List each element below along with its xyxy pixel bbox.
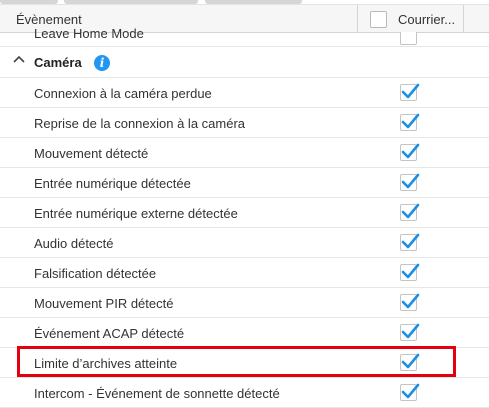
table-row: Connexion à la caméra perdue bbox=[0, 78, 489, 108]
event-label: Falsification détectée bbox=[34, 266, 157, 281]
info-icon[interactable]: i bbox=[94, 55, 110, 71]
checkmark-icon bbox=[401, 323, 420, 339]
table-row: Entrée numérique détectée bbox=[0, 168, 489, 198]
table-row: Mouvement PIR détecté bbox=[0, 288, 489, 318]
group-label: Caméra bbox=[34, 55, 82, 70]
event-label: Intercom - Événement de sonnette détecté bbox=[34, 386, 280, 401]
mail-checkbox[interactable] bbox=[400, 383, 420, 401]
mail-checkbox[interactable] bbox=[400, 32, 417, 45]
checkmark-icon bbox=[401, 293, 420, 309]
mail-checkbox[interactable] bbox=[400, 293, 420, 311]
event-label: Entrée numérique détectée bbox=[34, 176, 191, 191]
mail-checkbox[interactable] bbox=[400, 173, 420, 191]
table-row: Événement ACAP détecté bbox=[0, 318, 489, 348]
checkmark-icon bbox=[401, 233, 420, 249]
table-row: Mouvement détecté bbox=[0, 138, 489, 168]
event-label: Leave Home Mode bbox=[34, 26, 144, 41]
event-label: Connexion à la caméra perdue bbox=[34, 86, 212, 101]
mail-checkbox[interactable] bbox=[400, 83, 420, 101]
chevron-up-icon[interactable] bbox=[13, 55, 25, 65]
mail-checkbox[interactable] bbox=[400, 203, 420, 221]
event-label: Reprise de la connexion à la caméra bbox=[34, 116, 246, 131]
table-row: Entrée numérique externe détectée bbox=[0, 198, 489, 228]
mail-checkbox[interactable] bbox=[400, 233, 420, 251]
mail-column-header[interactable]: Courrier... bbox=[398, 12, 455, 27]
mail-checkbox[interactable] bbox=[400, 143, 420, 161]
table-row: Reprise de la connexion à la caméra bbox=[0, 108, 489, 138]
checkmark-icon bbox=[401, 203, 420, 219]
checkmark-icon bbox=[401, 263, 420, 279]
group-row-camera[interactable]: Caméra i bbox=[0, 47, 489, 78]
checkmark-icon bbox=[401, 113, 420, 129]
mail-checkbox[interactable] bbox=[400, 113, 420, 131]
column-divider bbox=[357, 5, 358, 33]
highlight-box bbox=[17, 346, 456, 377]
select-all-checkbox[interactable] bbox=[370, 11, 387, 28]
event-label: Audio détecté bbox=[34, 236, 114, 251]
table-row: Falsification détectée bbox=[0, 258, 489, 288]
checkmark-icon bbox=[401, 173, 420, 189]
event-label: Événement ACAP détecté bbox=[34, 326, 185, 341]
checkmark-icon bbox=[401, 83, 420, 99]
table-row: Audio détecté bbox=[0, 228, 489, 258]
table-row: Intercom - Événement de sonnette détecté bbox=[0, 378, 489, 408]
table-row: Leave Home Mode bbox=[0, 26, 489, 47]
checkmark-icon bbox=[401, 143, 420, 159]
mail-checkbox[interactable] bbox=[400, 323, 420, 341]
event-label: Mouvement PIR détecté bbox=[34, 296, 174, 311]
event-column-header[interactable]: Évènement bbox=[16, 12, 82, 27]
checkmark-icon bbox=[401, 383, 420, 399]
column-divider bbox=[463, 5, 464, 33]
event-label: Entrée numérique externe détectée bbox=[34, 206, 238, 221]
event-label: Mouvement détecté bbox=[34, 146, 149, 161]
mail-checkbox[interactable] bbox=[400, 263, 420, 281]
